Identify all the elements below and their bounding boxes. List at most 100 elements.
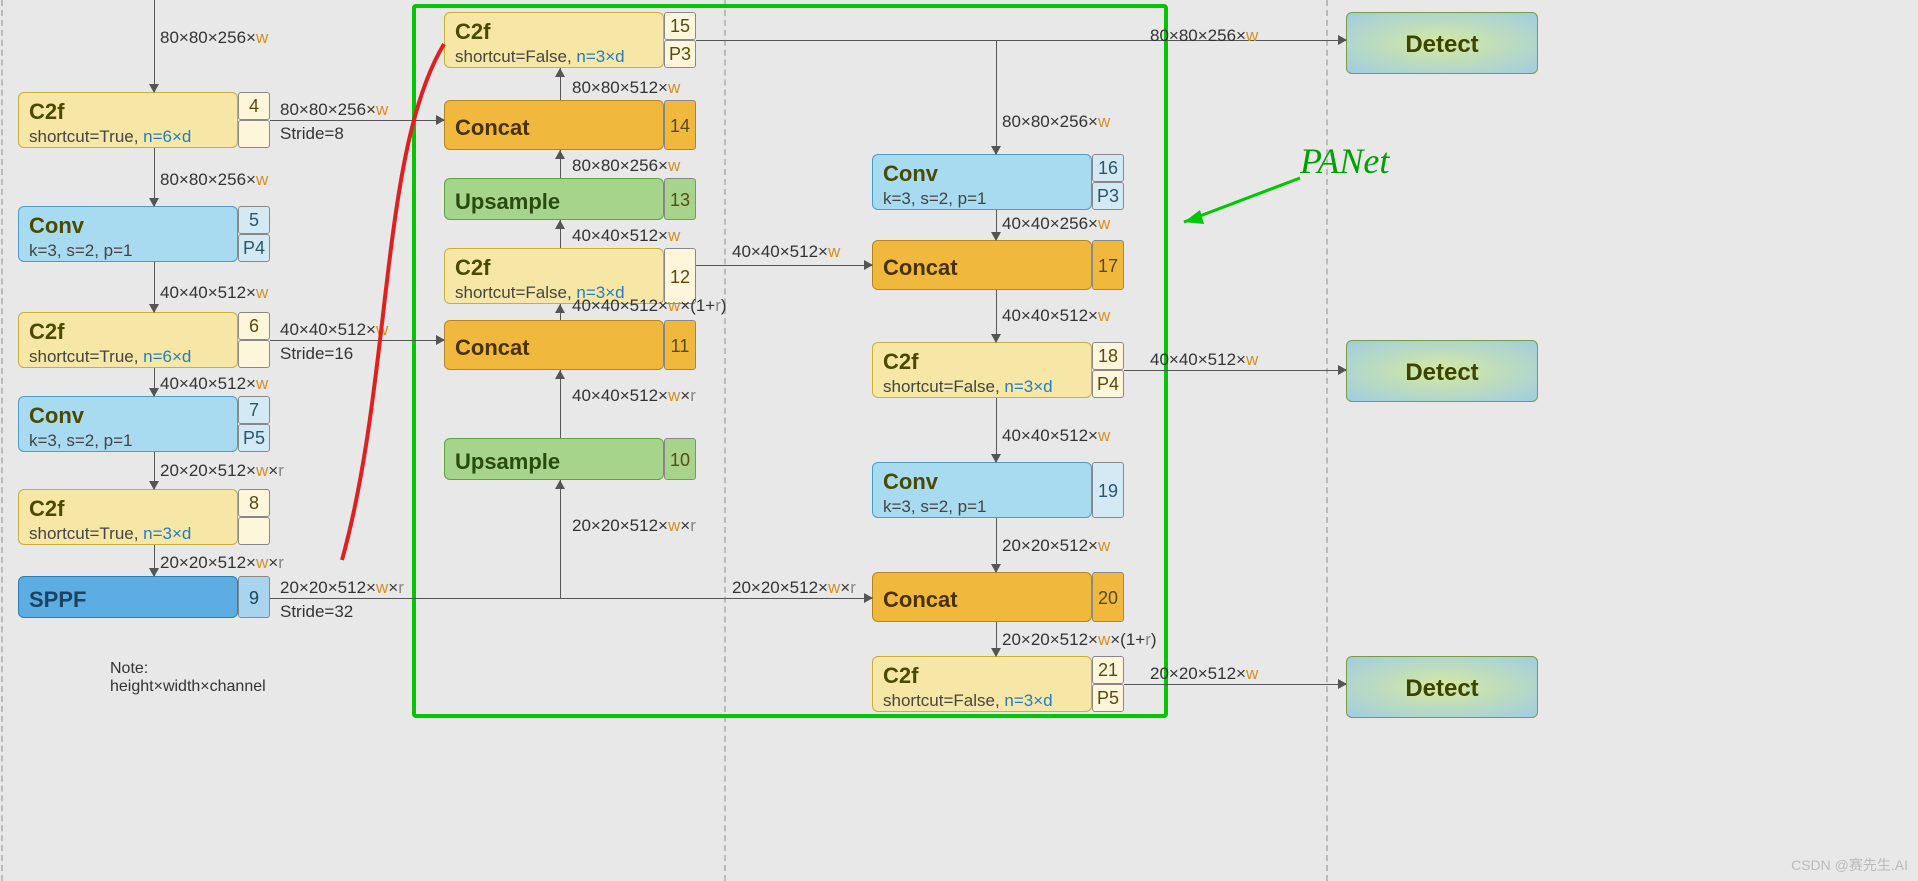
upsample-10-title: Upsample xyxy=(455,449,560,474)
conv-19-block: Conv k=3, s=2, p=1 xyxy=(872,462,1092,518)
note-line2: height×width×channel xyxy=(110,678,266,696)
c2f-18-p: P4 xyxy=(1092,370,1124,398)
c2f-4-block: C2f shortcut=True, n=6×d xyxy=(18,92,238,148)
conv-16-id: 16 xyxy=(1092,154,1124,182)
concat-11-title: Concat xyxy=(455,335,530,360)
lbl-stride8: Stride=8 xyxy=(280,124,344,144)
lbl-6-7: 40×40×512×w xyxy=(160,374,268,394)
conv-7-id: 7 xyxy=(238,396,270,424)
note-line1: Note: xyxy=(110,660,148,678)
c2f-15-title: C2f xyxy=(455,19,653,45)
conv-16-title: Conv xyxy=(883,161,1081,187)
concat-14-id: 14 xyxy=(664,100,696,150)
lbl-4-5: 80×80×256×w xyxy=(160,170,268,190)
conv-19-id: 19 xyxy=(1092,462,1124,518)
c2f-6-sub-a: shortcut=True, xyxy=(29,347,143,366)
conv-7-title: Conv xyxy=(29,403,227,429)
lbl-6-out: 40×40×512×w xyxy=(280,320,388,340)
lbl-top-col1: 80×80×256×w xyxy=(160,28,268,48)
lbl-11-12: 40×40×512×w×(1+r) xyxy=(572,296,727,316)
upsample-10-id: 10 xyxy=(664,438,696,480)
c2f-18-block: C2f shortcut=False, n=3×d xyxy=(872,342,1092,398)
sppf-id: 9 xyxy=(238,576,270,618)
concat-11-block: Concat xyxy=(444,320,664,370)
c2f-18-id: 18 xyxy=(1092,342,1124,370)
detect-1-text: Detect xyxy=(1405,31,1478,58)
concat-17-block: Concat xyxy=(872,240,1092,290)
c2f-6-empty xyxy=(238,340,270,368)
sppf-block: SPPF xyxy=(18,576,238,618)
lbl-12-13: 40×40×512×w xyxy=(572,226,680,246)
lbl-16-17: 40×40×256×w xyxy=(1002,214,1110,234)
c2f-8-sub-b: n=3×d xyxy=(143,524,191,543)
c2f-21-title: C2f xyxy=(883,663,1081,689)
c2f-12-sub-a: shortcut=False, xyxy=(455,283,576,302)
conv-5-title: Conv xyxy=(29,213,227,239)
lbl-19-20: 20×20×512×w xyxy=(1002,536,1110,556)
c2f-4-sub-b: n=6×d xyxy=(143,127,191,146)
concat-17-id: 17 xyxy=(1092,240,1124,290)
lbl-20-21: 20×20×512×w×(1+r) xyxy=(1002,630,1157,650)
c2f-15-block: C2f shortcut=False, n=3×d xyxy=(444,12,664,68)
c2f-15-p: P3 xyxy=(664,40,696,68)
c2f-8-block: C2f shortcut=True, n=3×d xyxy=(18,489,238,545)
c2f-12-title: C2f xyxy=(455,255,653,281)
c2f-4-empty xyxy=(238,120,270,148)
conv-7-p: P5 xyxy=(238,424,270,452)
lbl-15-16: 80×80×256×w xyxy=(1002,112,1110,132)
c2f-21-sub-b: n=3×d xyxy=(1004,691,1052,710)
c2f-15-sub-b: n=3×d xyxy=(576,47,624,66)
concat-20-block: Concat xyxy=(872,572,1092,622)
lbl-stride32: Stride=32 xyxy=(280,602,353,622)
c2f-18-sub-a: shortcut=False, xyxy=(883,377,1004,396)
lbl-18-19: 40×40×512×w xyxy=(1002,426,1110,446)
concat-17-title: Concat xyxy=(883,255,958,280)
panet-label: PANet xyxy=(1300,140,1389,182)
detect-3-text: Detect xyxy=(1405,675,1478,702)
conv-7-block: Conv k=3, s=2, p=1 xyxy=(18,396,238,452)
concat-20-id: 20 xyxy=(1092,572,1124,622)
lbl-15-out: 80×80×256×w xyxy=(1150,26,1258,46)
conv-19-title: Conv xyxy=(883,469,1081,495)
conv-5-block: Conv k=3, s=2, p=1 xyxy=(18,206,238,262)
lbl-stride16: Stride=16 xyxy=(280,344,353,364)
concat-20-title: Concat xyxy=(883,587,958,612)
c2f-18-title: C2f xyxy=(883,349,1081,375)
concat-14-block: Concat xyxy=(444,100,664,150)
upsample-13-title: Upsample xyxy=(455,189,560,214)
lbl-21-out: 20×20×512×w xyxy=(1150,664,1258,684)
lbl-8-9: 20×20×512×w×r xyxy=(160,553,284,573)
conv-5-sub: k=3, s=2, p=1 xyxy=(29,241,227,261)
sppf-title: SPPF xyxy=(29,587,86,612)
c2f-8-id: 8 xyxy=(238,489,270,517)
lbl-12-out: 40×40×512×w xyxy=(732,242,840,262)
lbl-4-out: 80×80×256×w xyxy=(280,100,388,120)
conv-19-sub: k=3, s=2, p=1 xyxy=(883,497,1081,517)
detect-2-block: Detect xyxy=(1346,340,1538,402)
c2f-8-empty xyxy=(238,517,270,545)
lbl-9-out: 20×20×512×w×r xyxy=(280,578,404,598)
c2f-15-sub-a: shortcut=False, xyxy=(455,47,576,66)
lbl-18-out: 40×40×512×w xyxy=(1150,350,1258,370)
detect-1-block: Detect xyxy=(1346,12,1538,74)
c2f-8-sub-a: shortcut=True, xyxy=(29,524,143,543)
c2f-18-sub-b: n=3×d xyxy=(1004,377,1052,396)
detect-3-block: Detect xyxy=(1346,656,1538,718)
c2f-21-sub-a: shortcut=False, xyxy=(883,691,1004,710)
c2f-8-title: C2f xyxy=(29,496,227,522)
watermark: CSDN @赛先生.AI xyxy=(1791,855,1908,875)
conv-16-p: P3 xyxy=(1092,182,1124,210)
detect-2-text: Detect xyxy=(1405,359,1478,386)
c2f-6-title: C2f xyxy=(29,319,227,345)
c2f-6-id: 6 xyxy=(238,312,270,340)
c2f-4-sub-a: shortcut=True, xyxy=(29,127,143,146)
c2f-21-block: C2f shortcut=False, n=3×d xyxy=(872,656,1092,712)
lbl-5-6: 40×40×512×w xyxy=(160,283,268,303)
lbl-10-11: 40×40×512×w×r xyxy=(572,386,696,406)
concat-11-id: 11 xyxy=(664,320,696,370)
c2f-15-id: 15 xyxy=(664,12,696,40)
c2f-21-id: 21 xyxy=(1092,656,1124,684)
c2f-21-p: P5 xyxy=(1092,684,1124,712)
conv-16-block: Conv k=3, s=2, p=1 xyxy=(872,154,1092,210)
upsample-10-block: Upsample xyxy=(444,438,664,480)
